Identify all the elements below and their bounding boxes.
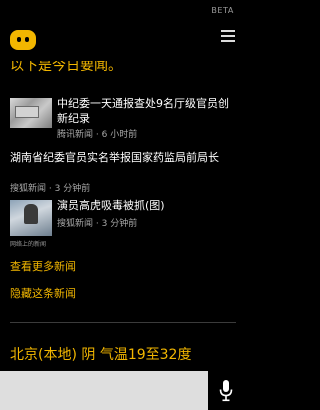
news-time: 6 小时前 (101, 130, 138, 140)
news-item[interactable]: 湖南省纪委官员实名举报国家药监局前局长 搜狐新闻 · 3 分钟前 (10, 150, 236, 194)
news-time: 3 分钟前 (54, 184, 91, 194)
news-thumbnail (10, 98, 52, 128)
news-item[interactable]: 网络上的新闻 演员高虎吸毒被抓(图) 搜狐新闻 · 3 分钟前 (10, 198, 236, 250)
microphone-button[interactable] (208, 371, 244, 410)
news-title[interactable]: 演员高虎吸毒被抓(图) (57, 198, 236, 213)
more-news-link[interactable]: 查看更多新闻 (10, 258, 76, 274)
news-time: 3 分钟前 (101, 219, 138, 229)
hide-news-link[interactable]: 隐藏这条新闻 (10, 285, 76, 301)
news-thumbnail (10, 200, 52, 236)
microphone-icon (219, 380, 233, 402)
divider (10, 322, 236, 323)
news-source: 腾讯新闻 (57, 130, 94, 140)
cortana-face-icon[interactable] (10, 30, 36, 50)
beta-label: BETA (211, 6, 234, 15)
search-bar (0, 371, 244, 410)
section-heading: 以下是今日要闻。 (10, 58, 122, 74)
news-item[interactable]: 中纪委一天通报查处9名厅级官员创新纪录 腾讯新闻 · 6 小时前 (10, 96, 236, 142)
news-source: 搜狐新闻 (10, 184, 47, 194)
thumbnail-caption: 网络上的新闻 (10, 241, 47, 248)
news-title[interactable]: 湖南省纪委官员实名举报国家药监局前局长 (10, 150, 236, 165)
news-meta: 腾讯新闻 · 6 小时前 (57, 127, 137, 140)
menu-line (221, 35, 235, 37)
menu-line (221, 40, 235, 42)
hamburger-menu-icon[interactable] (221, 30, 235, 42)
news-meta: 搜狐新闻 · 3 分钟前 (57, 216, 137, 229)
app-header: BETA (0, 0, 244, 60)
search-input[interactable] (0, 371, 208, 410)
menu-line (221, 30, 235, 32)
logo-left-eye (17, 37, 21, 42)
logo-right-eye (25, 37, 29, 42)
news-meta: 搜狐新闻 · 3 分钟前 (10, 181, 90, 194)
news-source: 搜狐新闻 (57, 219, 94, 229)
weather-summary[interactable]: 北京(本地) 阴 气温19至32度 (10, 344, 191, 364)
news-title[interactable]: 中纪委一天通报查处9名厅级官员创新纪录 (57, 96, 236, 126)
